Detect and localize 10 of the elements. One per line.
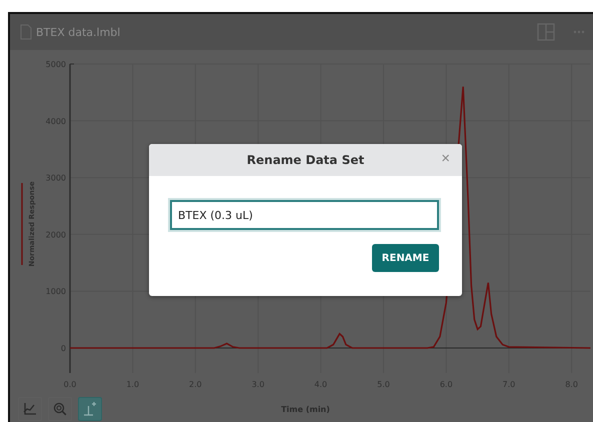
peak-add-icon xyxy=(83,402,97,416)
chart-tool-button[interactable] xyxy=(78,397,102,421)
zoom-icon xyxy=(53,402,67,416)
chart-tool-button[interactable] xyxy=(48,397,72,421)
window-title: BTEX data.lmbl xyxy=(36,26,120,38)
dialog-title: Rename Data Set xyxy=(246,153,364,167)
chart-tool-button[interactable] xyxy=(18,397,42,421)
chart-axes-icon xyxy=(23,402,37,416)
rename-button[interactable]: RENAME xyxy=(372,244,439,272)
name-input-field[interactable]: BTEX (0.3 uL) xyxy=(170,200,439,230)
